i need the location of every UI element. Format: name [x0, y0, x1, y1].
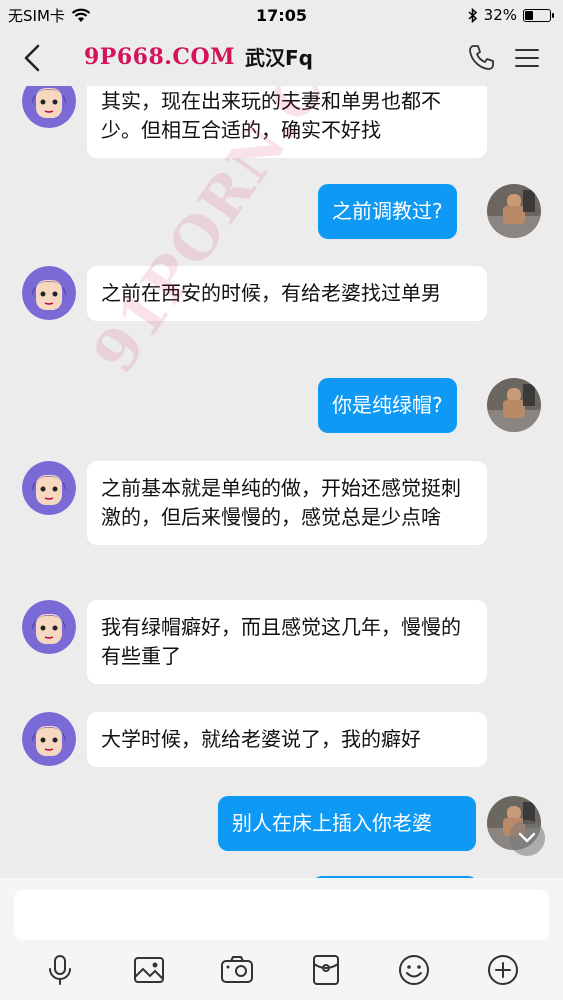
- microphone-icon: [49, 955, 72, 985]
- message-bubble-outgoing[interactable]: 你是纯绿帽?: [318, 378, 457, 433]
- scroll-to-bottom-button[interactable]: [509, 820, 545, 856]
- menu-icon: [515, 49, 539, 67]
- message-bubble-outgoing[interactable]: 别人在床上插入你老婆: [218, 796, 476, 851]
- bluetooth-icon: [468, 7, 477, 23]
- call-button[interactable]: [465, 42, 497, 74]
- add-icon: [487, 955, 518, 985]
- back-button[interactable]: [14, 40, 50, 76]
- red-packet-button[interactable]: [306, 950, 346, 990]
- status-bar: 无SIM卡 17:05 32%: [0, 0, 563, 30]
- contact-avatar[interactable]: [22, 600, 76, 654]
- my-avatar[interactable]: [487, 378, 541, 432]
- contact-avatar[interactable]: [22, 266, 76, 320]
- image-icon: [133, 957, 164, 983]
- my-avatar[interactable]: [487, 184, 541, 238]
- message-list[interactable]: 其实，现在出来玩的夫妻和单男也都不少。但相互合适的，确实不好找 之前调教过? 之…: [0, 86, 563, 878]
- voice-button[interactable]: [40, 950, 80, 990]
- message-bubble-outgoing[interactable]: 之前调教过?: [318, 184, 457, 239]
- emoji-button[interactable]: [394, 950, 434, 990]
- back-chevron-icon: [24, 44, 40, 72]
- contact-avatar[interactable]: [22, 712, 76, 766]
- message-bubble-incoming[interactable]: 之前基本就是单纯的做，开始还感觉挺刺激的，但后来慢慢的，感觉总是少点啥: [87, 461, 487, 545]
- composer: [0, 878, 563, 1000]
- camera-button[interactable]: [217, 950, 257, 990]
- message-bubble-incoming[interactable]: 之前在西安的时候，有给老婆找过单男: [87, 266, 487, 321]
- emoji-icon: [399, 955, 430, 985]
- battery-icon: [523, 8, 554, 22]
- site-logo: 9P668.COM: [84, 43, 235, 70]
- red-packet-icon: [312, 955, 339, 985]
- contact-avatar[interactable]: [22, 461, 76, 515]
- phone-icon: [469, 45, 494, 70]
- message-bubble-incoming[interactable]: 其实，现在出来玩的夫妻和单男也都不少。但相互合适的，确实不好找: [87, 86, 487, 158]
- chevron-down-icon: [518, 832, 536, 843]
- battery-percent: 32%: [483, 6, 517, 24]
- contact-name[interactable]: 武汉Fq: [245, 42, 313, 71]
- camera-icon: [221, 956, 254, 983]
- chat-header: 9P668.COM 武汉Fq: [0, 30, 563, 86]
- message-bubble-incoming[interactable]: 大学时候，就给老婆说了，我的癖好: [87, 712, 487, 767]
- image-button[interactable]: [129, 950, 169, 990]
- menu-button[interactable]: [511, 42, 543, 74]
- message-bubble-incoming[interactable]: 我有绿帽癖好，而且感觉这几年，慢慢的有些重了: [87, 600, 487, 684]
- more-button[interactable]: [483, 950, 523, 990]
- message-input[interactable]: [14, 890, 549, 940]
- contact-avatar[interactable]: [22, 86, 76, 128]
- composer-toolbar: [0, 948, 563, 992]
